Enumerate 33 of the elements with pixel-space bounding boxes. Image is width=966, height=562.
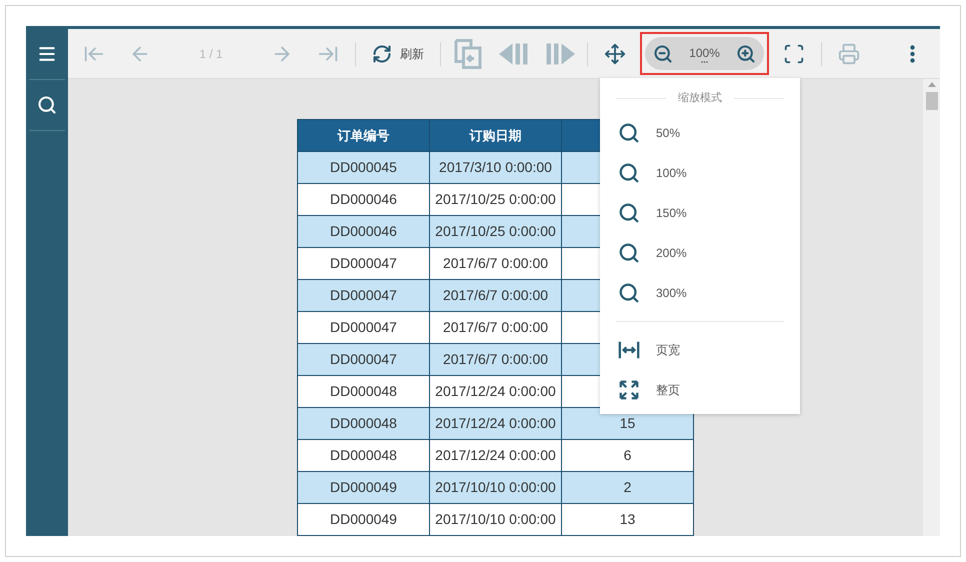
refresh-icon	[372, 44, 392, 64]
search-icon	[618, 282, 640, 304]
refresh-button[interactable]: 刷新	[364, 36, 432, 72]
table-cell: 2017/10/10 0:00:00	[430, 504, 562, 536]
zoom-menu-item[interactable]: 页宽	[616, 330, 784, 370]
page-indicator: 1 / 1	[198, 46, 224, 62]
whole-page-icon	[618, 378, 640, 400]
table-cell: 13	[562, 504, 694, 536]
zoom-menu-item[interactable]: 50%	[616, 112, 784, 152]
search-icon	[618, 242, 640, 264]
search-icon	[618, 122, 640, 144]
menu-icon	[37, 44, 57, 64]
scrollbar-thumb[interactable]	[926, 92, 938, 110]
fullscreen-icon	[783, 42, 805, 64]
print-icon	[838, 42, 860, 64]
search-icon	[618, 162, 640, 184]
menu-title: 缩放模式	[678, 90, 722, 106]
search-icon	[37, 95, 57, 115]
zoom-menu-item[interactable]: 200%	[616, 232, 784, 272]
more-icon	[910, 44, 914, 62]
zoom-menu-item[interactable]: 100%	[616, 152, 784, 192]
zoom-out-icon	[653, 44, 673, 64]
scroll-up-icon	[928, 82, 936, 87]
search-icon	[618, 202, 640, 224]
column-header: 订购日期	[430, 120, 562, 152]
zoom-in-icon	[736, 44, 756, 64]
zoom-menu-item[interactable]: 300%	[616, 272, 784, 312]
table-cell: DD000049	[298, 504, 430, 536]
zoom-menu-item[interactable]: 整页	[616, 370, 784, 410]
zoom-level-dropdown[interactable]: 100%	[681, 38, 728, 70]
move-icon	[604, 42, 626, 64]
column-header: 订单编号	[298, 120, 430, 152]
zoom-menu-item[interactable]: 150%	[616, 192, 784, 232]
